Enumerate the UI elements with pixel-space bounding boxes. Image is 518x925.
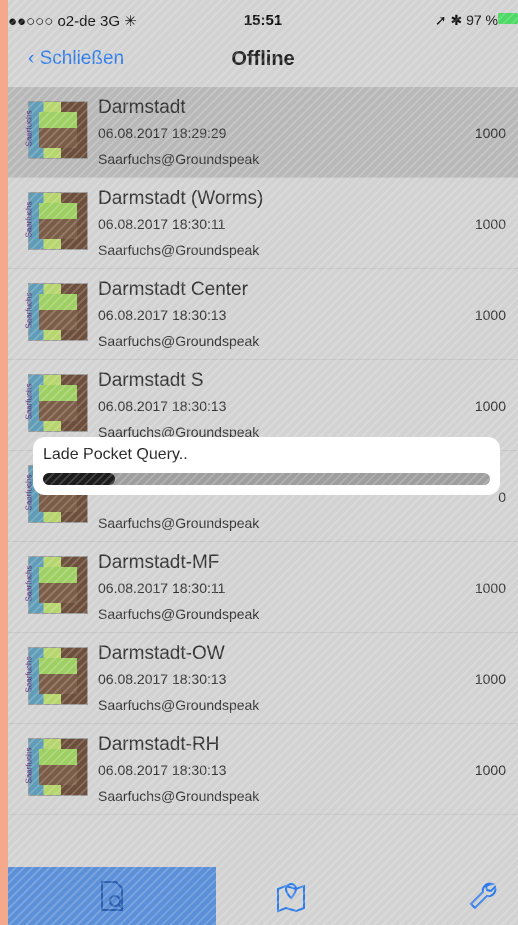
map-location-icon bbox=[277, 882, 305, 913]
battery-icon bbox=[498, 13, 518, 24]
list-item[interactable]: Darmstadt Center 06.08.2017 18:30:13 Saarf… bbox=[8, 269, 518, 360]
list-item[interactable]: Darmstadt (Worms) 06.08.2017 18:30:11 Saar… bbox=[8, 178, 518, 269]
query-count: 1000 bbox=[474, 580, 506, 596]
query-name: Darmstadt-OW bbox=[98, 643, 225, 664]
query-date: 06.08.2017 18:30:13 bbox=[98, 762, 227, 778]
query-count: 1000 bbox=[474, 307, 506, 323]
query-owner: Saarfuchs@Groundspeak bbox=[98, 788, 260, 804]
query-thumbnail bbox=[28, 738, 88, 796]
app-screen: ●●○○○ o2-de 3G ✳ 15:51 ➚ ✱ 97 % ‹ Schlie… bbox=[8, 0, 518, 925]
loading-dialog: Lade Pocket Query.. bbox=[33, 437, 500, 495]
query-date: 06.08.2017 18:30:11 bbox=[98, 216, 226, 232]
query-date: 06.08.2017 18:30:13 bbox=[98, 307, 227, 323]
query-date: 06.08.2017 18:30:13 bbox=[98, 671, 227, 687]
list-item[interactable]: Darmstadt 06.08.2017 18:29:29 Saarfuchs@Gr… bbox=[8, 87, 518, 178]
query-thumbnail bbox=[28, 374, 88, 432]
query-name: Darmstadt bbox=[98, 97, 186, 118]
page-title: Offline bbox=[231, 48, 295, 70]
tab-offline-queries[interactable] bbox=[8, 867, 216, 925]
query-count: 1000 bbox=[474, 671, 506, 687]
status-bar: ●●○○○ o2-de 3G ✳ 15:51 ➚ ✱ 97 % bbox=[8, 0, 518, 40]
query-owner: Saarfuchs@Groundspeak bbox=[98, 697, 260, 713]
query-name: Darmstadt Center bbox=[98, 279, 248, 300]
status-indicators: ➚ ✱ 97 % bbox=[434, 12, 498, 28]
loading-message: Lade Pocket Query.. bbox=[43, 446, 188, 463]
query-owner: Saarfuchs@Groundspeak bbox=[98, 515, 260, 531]
query-thumbnail bbox=[28, 101, 88, 159]
query-count: 1000 bbox=[474, 398, 506, 414]
query-name: Darmstadt-MF bbox=[98, 552, 220, 573]
list-item[interactable]: Darmstadt-RH 06.08.2017 18:30:13 Saarfuchs… bbox=[8, 724, 518, 815]
query-count: 1000 bbox=[474, 762, 506, 778]
query-owner: Saarfuchs@Groundspeak bbox=[98, 242, 260, 258]
wrench-icon bbox=[469, 882, 497, 910]
list-item[interactable]: Darmstadt-MF 06.08.2017 18:30:11 Saarfuchs… bbox=[8, 542, 518, 633]
tab-map[interactable] bbox=[216, 867, 366, 925]
tab-settings[interactable] bbox=[448, 867, 518, 925]
navigation-bar: ‹ Schließen Offline bbox=[8, 40, 518, 86]
progress-fill bbox=[43, 473, 115, 485]
query-name: Darmstadt-RH bbox=[98, 734, 220, 755]
query-date: 06.08.2017 18:29:29 bbox=[98, 125, 227, 141]
query-owner: Saarfuchs@Groundspeak bbox=[98, 606, 260, 622]
query-thumbnail bbox=[28, 556, 88, 614]
query-owner: Saarfuchs@Groundspeak bbox=[98, 333, 260, 349]
query-thumbnail bbox=[28, 647, 88, 705]
query-name: Darmstadt (Worms) bbox=[98, 188, 264, 209]
query-owner: Saarfuchs@Groundspeak bbox=[98, 151, 260, 167]
tab-bar bbox=[8, 867, 518, 925]
query-count: 1000 bbox=[474, 125, 506, 141]
query-thumbnail bbox=[28, 192, 88, 250]
query-count: 0 bbox=[498, 489, 506, 505]
query-date: 06.08.2017 18:30:11 bbox=[98, 580, 226, 596]
list-item[interactable]: Darmstadt-OW 06.08.2017 18:30:13 Saarfuchs… bbox=[8, 633, 518, 724]
query-date: 06.08.2017 18:30:13 bbox=[98, 398, 227, 414]
query-thumbnail bbox=[28, 283, 88, 341]
progress-bar bbox=[43, 473, 490, 485]
query-count: 1000 bbox=[474, 216, 506, 232]
query-name: Darmstadt S bbox=[98, 370, 204, 391]
document-search-icon bbox=[101, 881, 124, 911]
